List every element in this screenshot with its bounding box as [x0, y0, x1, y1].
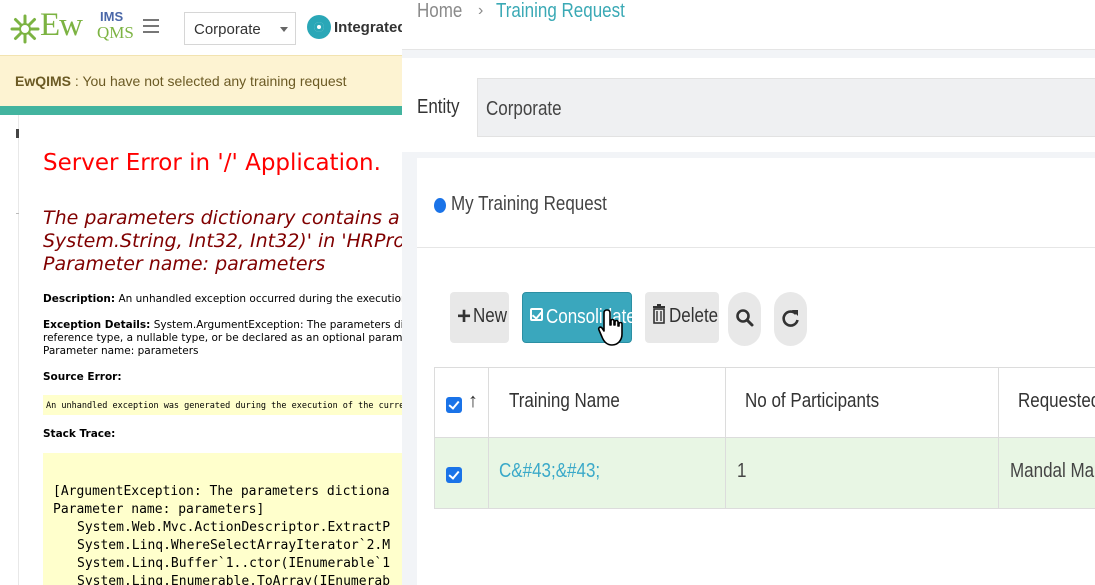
stack-trace-box: [ArgumentException: The parameters dicti…: [43, 453, 402, 585]
entity-dropdown[interactable]: Corporate: [184, 12, 296, 45]
hand-cursor-icon: [597, 309, 623, 346]
left-gutter: [0, 115, 19, 585]
alert-separator: :: [71, 73, 83, 89]
entity-label: Entity: [417, 96, 460, 118]
error-subtitle: The parameters dictionary contains a n S…: [43, 207, 402, 275]
menu-toggle-icon[interactable]: [143, 19, 159, 33]
breadcrumb-home[interactable]: Home: [417, 0, 462, 23]
search-button[interactable]: [728, 292, 761, 346]
breadcrumb: Home › Training Request: [402, 0, 1095, 50]
checkbox-icon: [530, 308, 543, 321]
error-title: Server Error in '/' Application.: [43, 150, 381, 176]
participants-cell: 1: [737, 460, 747, 482]
sort-arrow-icon[interactable]: ↑: [468, 390, 478, 413]
stack-trace-heading: Stack Trace:: [43, 428, 116, 440]
logo-gear-icon: [10, 14, 40, 44]
column-header-participants[interactable]: No of Participants: [745, 390, 879, 413]
trash-icon: [653, 304, 665, 324]
app-logo[interactable]: Ew IMS QMS: [10, 7, 134, 44]
new-button-label: New: [473, 305, 508, 327]
integrated-menu[interactable]: Integrated: [307, 15, 402, 39]
alert-source: EwQIMS: [15, 73, 72, 89]
left-pane: Ew IMS QMS Corporate Integrated EwQIMS :…: [0, 0, 402, 585]
row-checkbox[interactable]: [446, 467, 462, 483]
warning-alert: EwQIMS : You have not selected any train…: [0, 55, 402, 106]
entity-dropdown-value: Corporate: [194, 21, 261, 38]
source-error-heading: Source Error:: [43, 371, 122, 383]
integrated-label: Integrated: [334, 18, 402, 36]
training-name-link[interactable]: C&#43;&#43;: [499, 460, 600, 483]
logo-superscript: IMS: [100, 9, 124, 24]
source-error-box: An unhandled exception was generated dur…: [43, 395, 402, 415]
new-button[interactable]: + New: [450, 292, 509, 343]
training-request-table: ↑ Training Name No of Participants Reque…: [434, 367, 1095, 509]
error-description: Description: An unhandled exception occu…: [43, 293, 402, 305]
plus-icon: +: [457, 303, 472, 330]
delete-button[interactable]: Delete: [645, 292, 719, 343]
column-header-requested[interactable]: Requested: [1018, 390, 1095, 413]
table-header: ↑ Training Name No of Participants Reque…: [435, 368, 1095, 438]
gear-icon: [307, 15, 331, 39]
alert-message: You have not selected any training reque…: [82, 73, 347, 89]
accent-bar: [0, 106, 402, 115]
panel-dot-icon: [434, 198, 446, 213]
grid-card: + New Consolidate Delete ↑ Training Name…: [417, 248, 1095, 585]
logo-text: Ew: [40, 7, 83, 43]
logo-subscript: QMS: [97, 23, 134, 42]
entity-field[interactable]: Corporate: [477, 78, 1095, 137]
refresh-icon: [782, 310, 799, 327]
server-error-page: Server Error in '/' Application. The par…: [19, 115, 402, 585]
entity-row: Entity Corporate: [402, 58, 1095, 152]
requested-by-cell: Mandal Man: [1010, 460, 1095, 482]
delete-button-label: Delete: [669, 305, 719, 327]
panel-header: My Training Request: [417, 158, 1095, 248]
app-header: Ew IMS QMS Corporate Integrated: [0, 0, 402, 55]
search-icon: [736, 309, 754, 327]
breadcrumb-chevron-icon: ›: [478, 2, 484, 19]
caret-down-icon: [280, 27, 288, 32]
column-header-training-name[interactable]: Training Name: [509, 390, 620, 413]
table-row[interactable]: C&#43;&#43; 1 Mandal Man: [435, 438, 1095, 508]
breadcrumb-current: Training Request: [496, 0, 625, 22]
select-all-checkbox[interactable]: [446, 397, 462, 413]
right-pane: Home › Training Request Entity Corporate…: [402, 0, 1095, 585]
refresh-button[interactable]: [774, 292, 807, 346]
exception-details: Exception Details: System.ArgumentExcept…: [43, 319, 402, 357]
panel-title: My Training Request: [451, 193, 607, 215]
